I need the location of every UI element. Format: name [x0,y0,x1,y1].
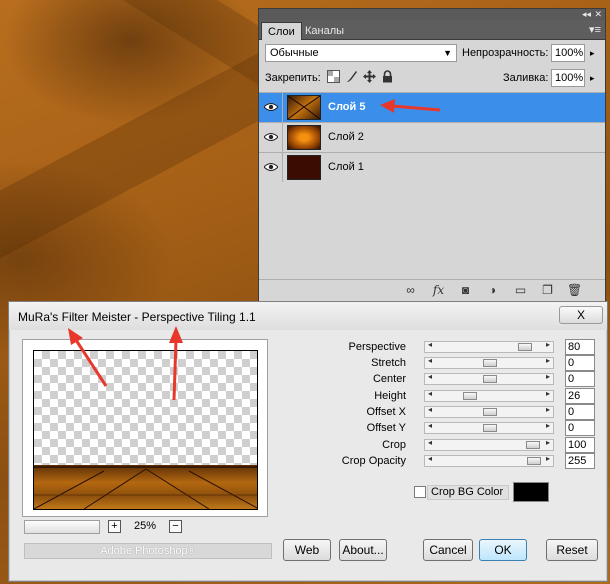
annotation-arrows [68,99,441,401]
arrow-to-layer [380,99,441,113]
arrow-to-title-1 [68,328,108,387]
arrow-to-title-2 [169,326,183,401]
